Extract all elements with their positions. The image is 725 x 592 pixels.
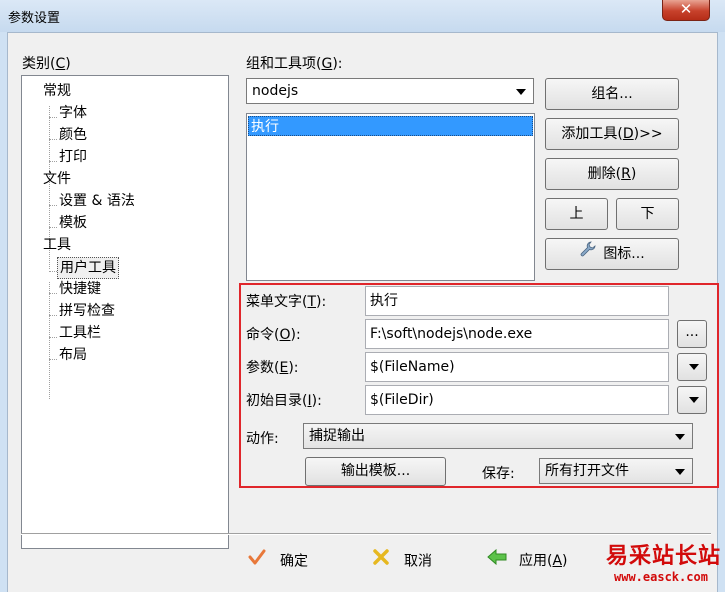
chevron-down-icon [689, 397, 699, 403]
params-menu-button[interactable] [677, 353, 707, 381]
tree-item-print[interactable]: 打印 [59, 148, 87, 166]
watermark-url: www.easck.com [614, 570, 708, 584]
move-down-button[interactable]: 下 [616, 198, 679, 230]
save-select-value: 所有打开文件 [545, 463, 629, 479]
chevron-down-icon [689, 364, 699, 370]
browse-command-button[interactable]: ... [677, 320, 707, 348]
tree-item-general[interactable]: 常规 [43, 82, 71, 100]
output-template-button[interactable]: 输出模板... [305, 457, 446, 486]
group-select-value: nodejs [252, 83, 299, 99]
params-field[interactable]: $(FileName) [365, 352, 669, 382]
tool-list[interactable]: 执行 [246, 113, 535, 281]
tree-item-shortcuts[interactable]: 快捷键 [59, 280, 101, 298]
group-name-button[interactable]: 组名... [545, 78, 679, 110]
dialog-body: 类别(C) 常规 字体 颜色 打印 文件 设置 & 语法 模板 工具 用户工具 … [7, 32, 719, 592]
arrow-left-icon [487, 548, 507, 574]
tree-item-toolbar[interactable]: 工具栏 [59, 324, 101, 342]
tree-item-color[interactable]: 颜色 [59, 126, 87, 144]
action-label: 动作: [246, 431, 279, 447]
tree-item-file[interactable]: 文件 [43, 170, 71, 188]
tree-item-user-tools[interactable]: 用户工具 [57, 257, 119, 279]
menu-text-field[interactable]: 执行 [365, 286, 669, 316]
group-label: 组和工具项(G): [246, 56, 343, 72]
init-dir-label: 初始目录(I): [246, 393, 322, 409]
save-label: 保存: [482, 466, 515, 482]
add-tool-button[interactable]: 添加工具(D)>> [545, 118, 679, 150]
chevron-down-icon [675, 469, 685, 475]
cross-icon [372, 548, 390, 575]
command-label: 命令(O): [246, 327, 301, 343]
action-select-value: 捕捉输出 [309, 428, 365, 444]
params-label: 参数(E): [246, 360, 299, 376]
tree-item-settings-syntax[interactable]: 设置 & 语法 [59, 192, 135, 210]
tree-item-tools[interactable]: 工具 [43, 236, 71, 254]
move-up-button[interactable]: 上 [545, 198, 608, 230]
tree-item-layout[interactable]: 布局 [59, 346, 87, 364]
save-select[interactable]: 所有打开文件 [539, 458, 693, 484]
checkmark-icon [248, 548, 266, 575]
menu-text-label: 菜单文字(T): [246, 294, 327, 310]
icon-button[interactable]: 图标... [545, 238, 679, 270]
tree-item-font[interactable]: 字体 [59, 104, 87, 122]
apply-button[interactable]: 应用(A) [487, 548, 597, 574]
tree-item-spellcheck[interactable]: 拼写检查 [59, 302, 115, 320]
footer-separator [21, 533, 711, 535]
wrench-icon [579, 239, 597, 269]
command-field[interactable]: F:\soft\nodejs\node.exe [365, 319, 669, 349]
chevron-down-icon [516, 89, 526, 95]
category-tree[interactable]: 常规 字体 颜色 打印 文件 设置 & 语法 模板 工具 用户工具 快捷键 拼写… [21, 75, 229, 549]
tool-list-item[interactable]: 执行 [248, 116, 533, 136]
delete-button[interactable]: 删除(R) [545, 158, 679, 190]
category-label: 类别(C) [22, 56, 71, 72]
window-title: 参数设置 [8, 11, 61, 26]
init-dir-menu-button[interactable] [677, 386, 707, 414]
title-bar: 参数设置 ✕ [0, 0, 725, 32]
tree-item-template[interactable]: 模板 [59, 214, 87, 232]
chevron-down-icon [675, 434, 685, 440]
close-button[interactable]: ✕ [662, 0, 710, 21]
action-select[interactable]: 捕捉输出 [303, 423, 693, 449]
ok-button[interactable]: 确定 [248, 548, 348, 574]
group-select[interactable]: nodejs [246, 78, 534, 104]
cancel-button[interactable]: 取消 [372, 548, 472, 574]
init-dir-field[interactable]: $(FileDir) [365, 385, 669, 415]
watermark-logo: 易采站长站 [606, 543, 722, 569]
